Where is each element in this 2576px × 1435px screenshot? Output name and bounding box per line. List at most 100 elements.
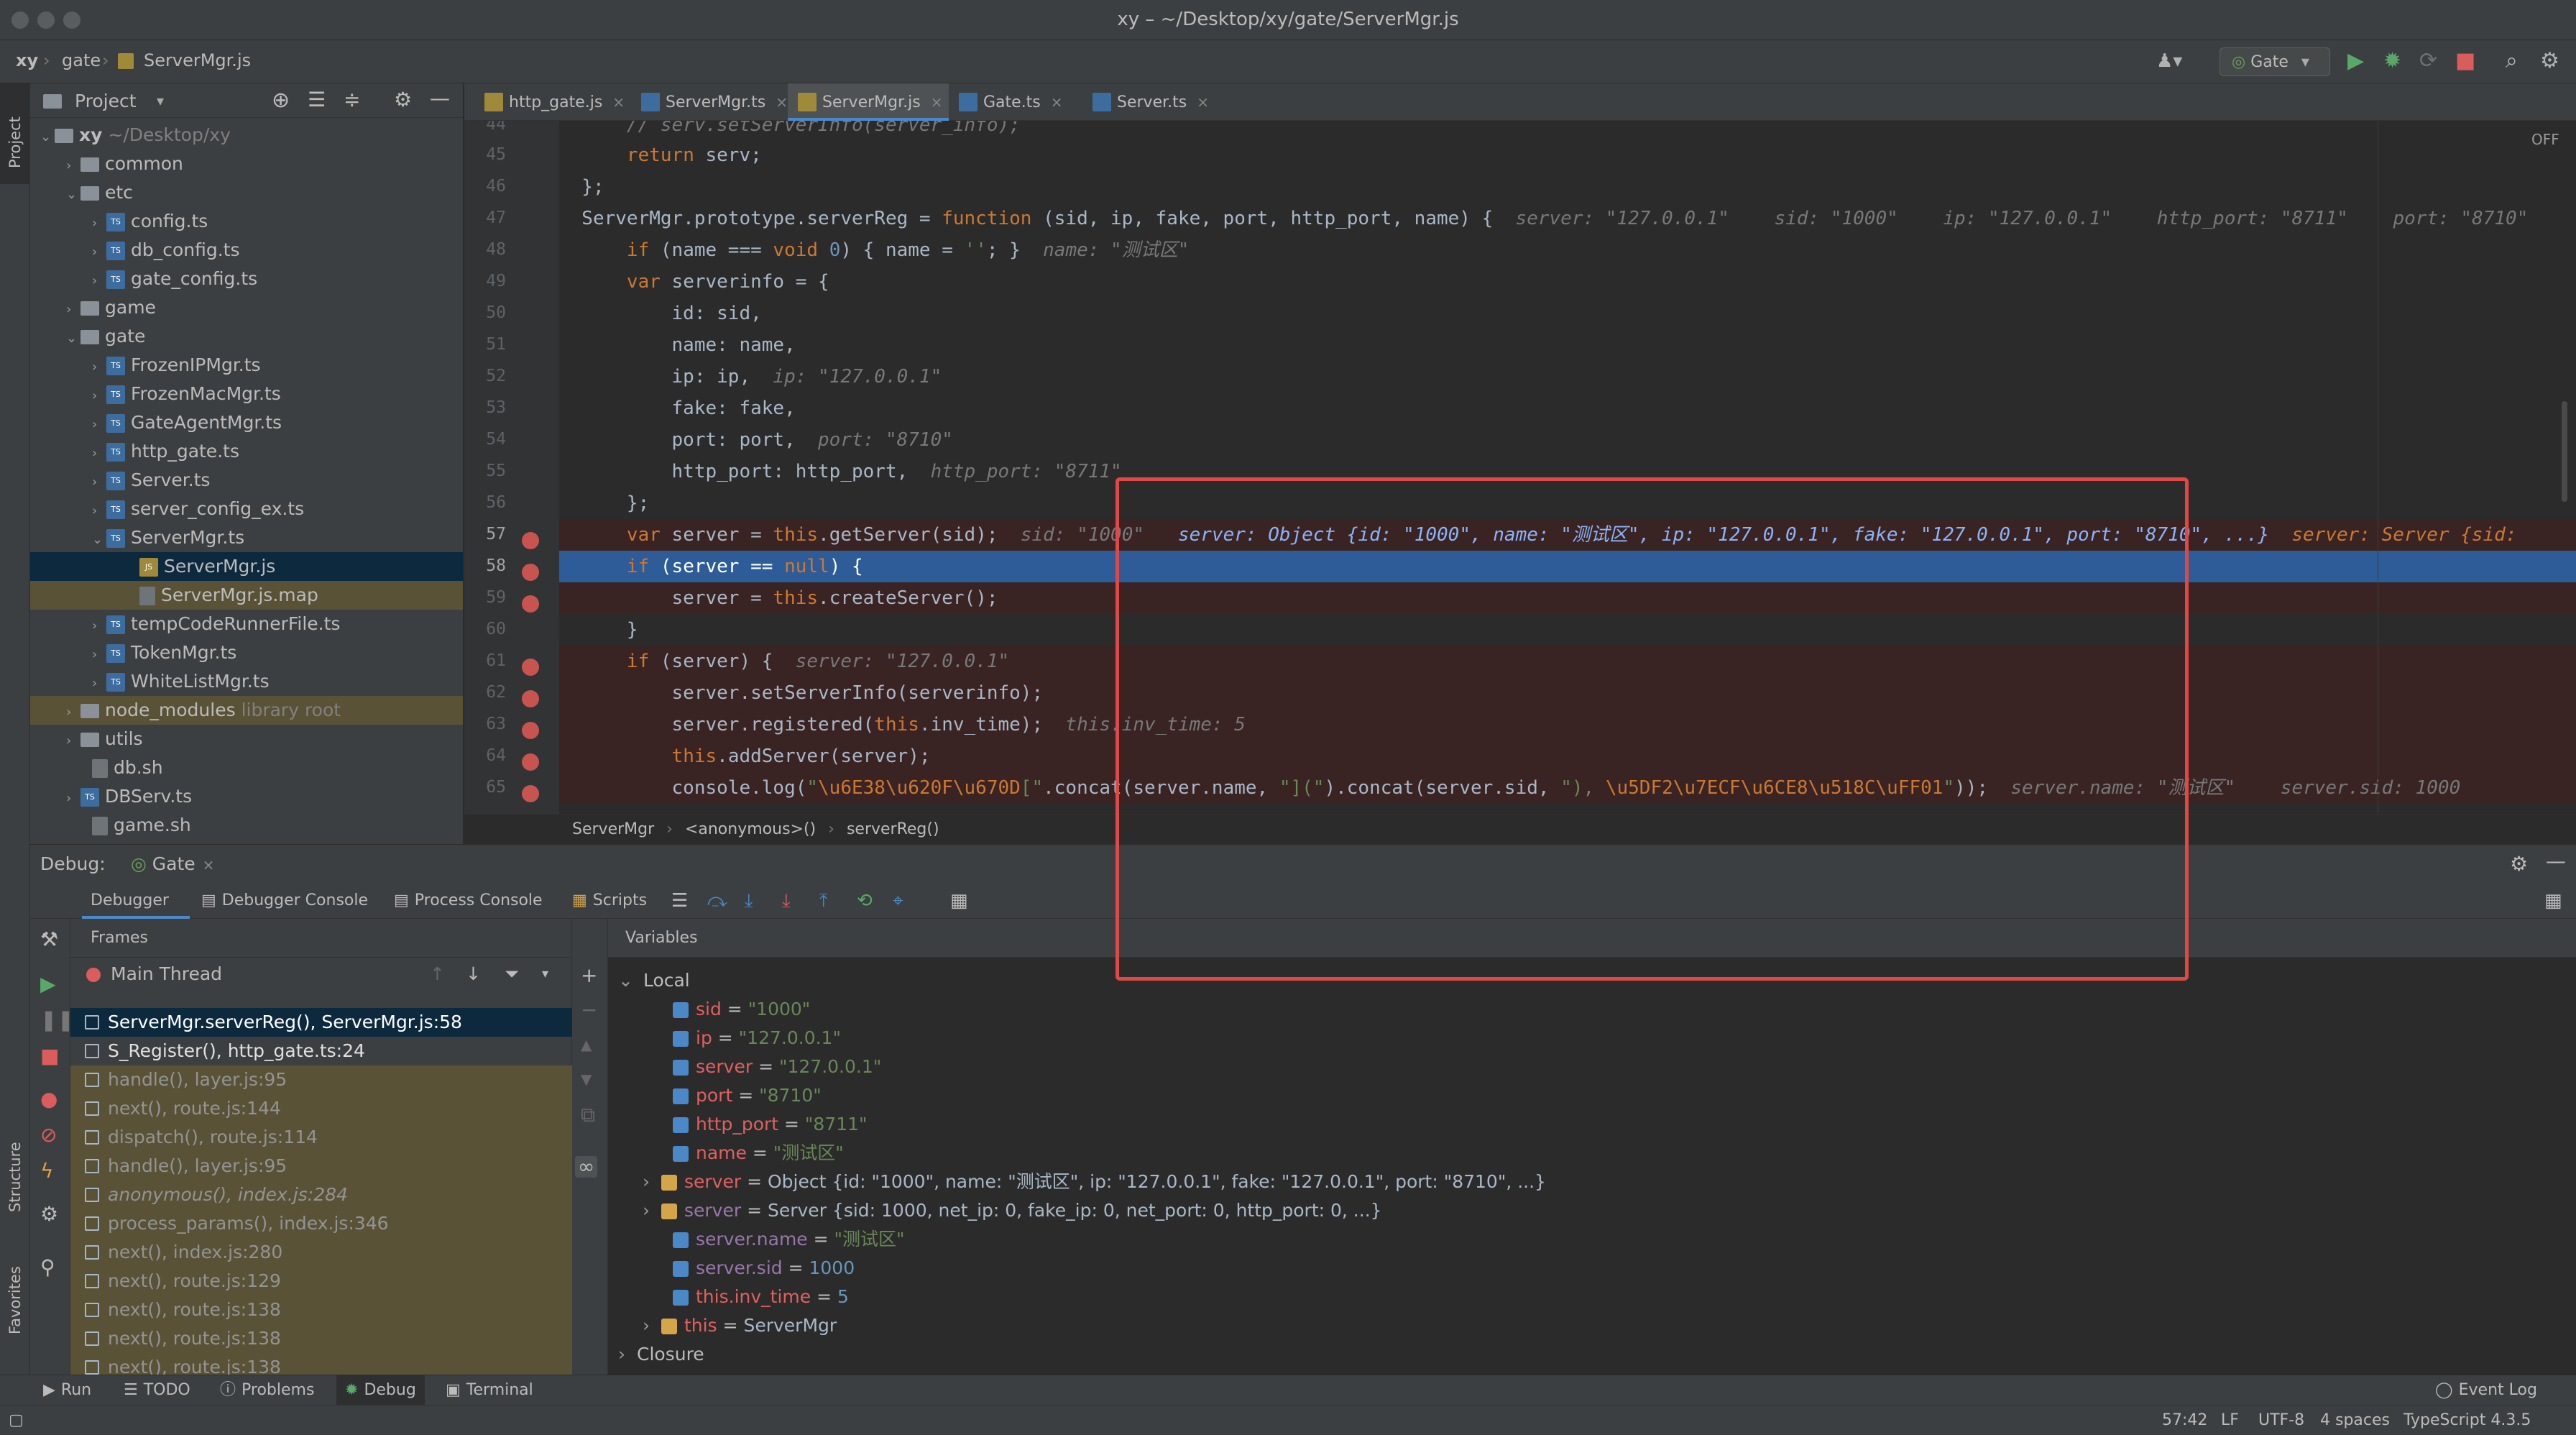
variable-server-instance[interactable]: › server = Server {sid: 1000, net_ip: 0, … [643,1196,1382,1225]
breakpoint-icon[interactable] [522,722,539,739]
variable-server[interactable]: server = "127.0.0.1" [673,1053,881,1081]
favorites-tool-tab[interactable]: Favorites [6,1266,24,1334]
pin-icon[interactable]: ⚲ [40,1257,55,1278]
run-icon[interactable]: ▶ [2347,49,2364,73]
debug-session-tab[interactable]: ◎ Gate × [131,853,214,874]
tree-item-xy[interactable]: ⌄ xy ~/Desktop/xy [30,121,463,150]
remove-watch-icon[interactable]: − [581,999,597,1021]
tree-item-gate[interactable]: ⌄ gate [30,322,463,351]
tree-item-server[interactable]: › TS Server.ts [30,466,463,495]
collapse-all-icon[interactable]: ≑ [344,88,360,111]
gear-icon[interactable]: ⚙ [394,88,412,111]
variable-ip[interactable]: ip = "127.0.0.1" [673,1024,841,1053]
breakpoint-icon[interactable] [522,659,539,676]
editor-gutter[interactable]: 44 45 46 47 48 49 50 51 52 53 54 55 56 5… [464,121,559,814]
close-icon[interactable]: × [1197,93,1209,111]
tree-item-servermgr-js[interactable]: JS ServerMgr.js [30,552,463,581]
stack-frame[interactable]: next(), route.js:144 [70,1094,572,1123]
tree-item-tokenmgr[interactable]: › TS TokenMgr.ts [30,638,463,667]
variable-server-object[interactable]: › server = Object {id: "1000", name: "测试区… [643,1168,1546,1196]
language-service[interactable]: TypeScript 4.3.5 [2404,1406,2531,1435]
filter-icon[interactable]: ⏷ [505,958,519,991]
gear-icon[interactable]: ⚙ [2540,49,2559,73]
search-icon[interactable]: ⌕ [2506,49,2518,73]
breadcrumb-function[interactable]: <anonymous>() [685,820,816,838]
breakpoint-icon[interactable] [522,532,539,549]
stack-frame[interactable]: S_Register(), http_gate.ts:24 [70,1037,572,1065]
tab-http-gate[interactable]: http_gate.js × [474,83,625,121]
stack-frame[interactable]: anonymous(), index.js:284 [70,1180,572,1209]
move-up-icon[interactable]: ▲ [581,1034,592,1055]
chevron-down-icon[interactable]: ▾ [157,92,164,109]
close-icon[interactable]: × [776,93,788,111]
close-icon[interactable]: × [203,856,215,874]
add-watch-icon[interactable]: + [581,965,597,986]
move-down-icon[interactable]: ▼ [581,1068,592,1090]
tree-item-node-modules[interactable]: › node_modules library root [30,696,463,725]
glasses-icon[interactable]: ∞ [575,1156,598,1178]
variable-server-sid[interactable]: server.sid = 1000 [673,1254,855,1283]
tree-item-frozenipmgr[interactable]: › TS FrozenIPMgr.ts [30,351,463,380]
stop-icon[interactable]: ■ [2455,49,2475,73]
nav-crumb-folder[interactable]: gate [62,50,101,70]
step-over-icon[interactable]: ⤼ [707,883,727,919]
caret-position[interactable]: 57:42 [2162,1406,2207,1435]
variable-this[interactable]: › this = ServerMgr [643,1311,837,1340]
tree-item-db-config[interactable]: › TS db_config.ts [30,236,463,265]
indent-setting[interactable]: 4 spaces [2320,1406,2390,1435]
tree-item-game-sh[interactable]: game.sh [30,811,463,840]
thread-selector[interactable]: Main Thread ↑ ↓ ⏷ ▾ [70,958,572,991]
tab-debugger[interactable]: Debugger [82,883,190,919]
run-config-selector[interactable]: ◎ Gate ▾ [2220,47,2330,76]
tree-item-gate-config[interactable]: › TS gate_config.ts [30,265,463,293]
variable-inv-time[interactable]: this.inv_time = 5 [673,1283,849,1311]
variable-http-port[interactable]: http_port = "8711" [673,1110,868,1139]
stack-frame[interactable]: dispatch(), route.js:114 [70,1123,572,1152]
tool-tab-debug[interactable]: ✹ Debug [336,1375,425,1406]
event-log-button[interactable]: ◯ Event Log [2435,1375,2537,1406]
stack-frame[interactable]: next(), route.js:138 [70,1324,572,1353]
hide-icon[interactable]: — [430,86,450,110]
breakpoint-icon[interactable] [522,690,539,707]
tool-tab-todo[interactable]: ☰ TODO [124,1375,190,1406]
layout-icon[interactable]: ▦ [2544,883,2562,919]
pause-icon[interactable]: ❚❚ [40,1009,74,1031]
stack-frame[interactable]: handle(), layer.js:95 [70,1065,572,1094]
tree-item-gateagentmgr[interactable]: › TS GateAgentMgr.ts [30,408,463,437]
tree-item-whitelistmgr[interactable]: › TS WhiteListMgr.ts [30,667,463,696]
nav-crumb-root[interactable]: xy [16,50,38,70]
variable-sid[interactable]: sid = "1000" [673,995,810,1024]
breakpoint-icon[interactable] [522,595,539,613]
expand-all-icon[interactable]: ☰ [308,88,326,111]
variable-server-name[interactable]: server.name = "测试区" [673,1225,905,1254]
breakpoint-icon[interactable] [522,564,539,581]
run-to-cursor-icon[interactable]: ⟲ [857,883,873,919]
tree-item-server-config-ex[interactable]: › TS server_config_ex.ts [30,495,463,523]
variable-port[interactable]: port = "8710" [673,1081,822,1110]
debug-icon[interactable]: ✹ [2383,49,2401,73]
user-icon[interactable]: ♟▾ [2156,49,2182,73]
breadcrumb-method[interactable]: serverReg() [847,820,939,838]
stack-frame[interactable]: handle(), layer.js:95 [70,1152,572,1180]
tree-item-dbserv[interactable]: › TS DBServ.ts [30,782,463,811]
tab-server-ts[interactable]: Server.ts × [1082,83,1209,121]
project-panel-title[interactable]: Project [75,91,137,111]
off-indicator[interactable]: OFF [2531,131,2559,148]
stack-frame[interactable]: process_params(), index.js:346 [70,1209,572,1238]
stack-frame[interactable]: next(), route.js:138 [70,1296,572,1324]
coverage-icon[interactable]: ⟳ [2419,49,2437,73]
gear-icon[interactable]: ⚙ [40,1204,58,1225]
tree-item-servermgr-ts[interactable]: ⌄ TS ServerMgr.ts [30,523,463,552]
nav-crumb-file[interactable]: ServerMgr.js [144,50,251,70]
tab-gate-ts[interactable]: Gate.ts × [949,83,1063,121]
tree-item-game[interactable]: › game [30,293,463,322]
force-step-into-icon[interactable]: ⤓ [782,883,791,919]
stack-frame[interactable]: ServerMgr.serverReg(), ServerMgr.js:58 [70,1008,572,1037]
breadcrumb-class[interactable]: ServerMgr [572,820,654,838]
close-icon[interactable]: × [612,93,625,111]
stack-frame[interactable]: next(), index.js:280 [70,1238,572,1267]
gear-icon[interactable]: ⚙ [2510,852,2528,876]
chevron-down-icon[interactable]: ▾ [542,958,548,991]
breakpoint-icon[interactable] [522,753,539,771]
stack-frame[interactable]: next(), route.js:138 [70,1353,572,1375]
